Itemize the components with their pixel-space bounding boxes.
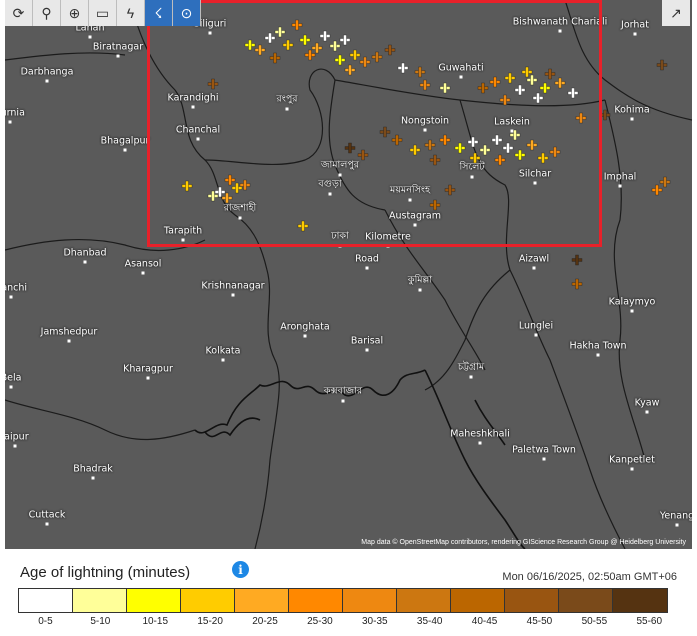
legend-swatch (235, 589, 289, 612)
lightning-strike-icon: ϟ (126, 5, 135, 21)
location-pin-icon: ⚲ (41, 4, 52, 21)
timestamp: Mon 06/16/2025, 02:50am GMT+06 (502, 571, 677, 583)
age-color-scale (18, 588, 668, 613)
legend-swatch (559, 589, 613, 612)
legend-title: Age of lightning (minutes) (20, 564, 191, 581)
share-icon: ↗ (670, 4, 682, 21)
legend-swatch (73, 589, 127, 612)
lightning-strike-marker (651, 184, 663, 196)
toolbar-button-lightning-strike[interactable]: ϟ (117, 0, 145, 26)
toolbar-button-refresh[interactable]: ⟳ (5, 0, 33, 26)
legend-bin-label: 15-20 (197, 616, 223, 627)
legend-bin-label: 0-5 (38, 616, 53, 627)
legend-bin-label: 5-10 (90, 616, 111, 627)
legend-swatch (289, 589, 343, 612)
distance-icon: ⊙ (180, 4, 193, 21)
legend-bin-label: 55-60 (636, 616, 663, 627)
info-icon[interactable]: i (232, 561, 249, 578)
lightning-strike-marker (571, 278, 583, 290)
toolbar-button-distance[interactable]: ⊙ (173, 0, 201, 26)
legend-bin-label: 50-55 (581, 616, 608, 627)
lightning-strike-marker (571, 254, 583, 266)
share-button[interactable]: ↗ (662, 0, 690, 26)
legend-swatch (343, 589, 397, 612)
legend-bin-label: 20-25 (252, 616, 278, 627)
legend-bin-label: 30-35 (362, 616, 388, 627)
legend-bin-label: 45-50 (526, 616, 553, 627)
toolbar-button-zoom[interactable]: ⊕ (61, 0, 89, 26)
toolbar-button-location-pin[interactable]: ⚲ (33, 0, 61, 26)
toolbar-button-weather-lightning[interactable]: ☇ (145, 0, 173, 26)
lightning-strike-marker (656, 59, 668, 71)
lightning-strike-marker (659, 176, 671, 188)
toolbar-button-scale-ruler[interactable]: ▭ (89, 0, 117, 26)
legend-swatch (451, 589, 505, 612)
map-attribution[interactable]: Map data © OpenStreetMap contributors, r… (361, 539, 686, 546)
legend-bin-label: 35-40 (416, 616, 443, 627)
legend-bin-label: 25-30 (307, 616, 333, 627)
legend-swatch (19, 589, 73, 612)
legend-swatch (397, 589, 451, 612)
map-toolbar: ⟳ ⚲ ⊕ ▭ ϟ ☇ ⊙ (5, 0, 201, 26)
scale-ruler-icon: ▭ (95, 4, 110, 21)
age-scale-labels: 0-5 5-10 10-15 15-20 20-25 25-30 30-35 35-40 40-… (18, 616, 677, 627)
legend-bin-label: 10-15 (142, 616, 169, 627)
legend-swatch (505, 589, 559, 612)
selection-rectangle[interactable] (147, 0, 602, 247)
legend-swatch (127, 589, 181, 612)
legend-bin-label: 40-45 (471, 616, 498, 627)
legend-swatch (181, 589, 235, 612)
legend-swatch (613, 589, 667, 612)
weather-lightning-icon: ☇ (154, 4, 163, 21)
zoom-icon: ⊕ (68, 4, 81, 21)
refresh-icon: ⟳ (12, 4, 25, 21)
